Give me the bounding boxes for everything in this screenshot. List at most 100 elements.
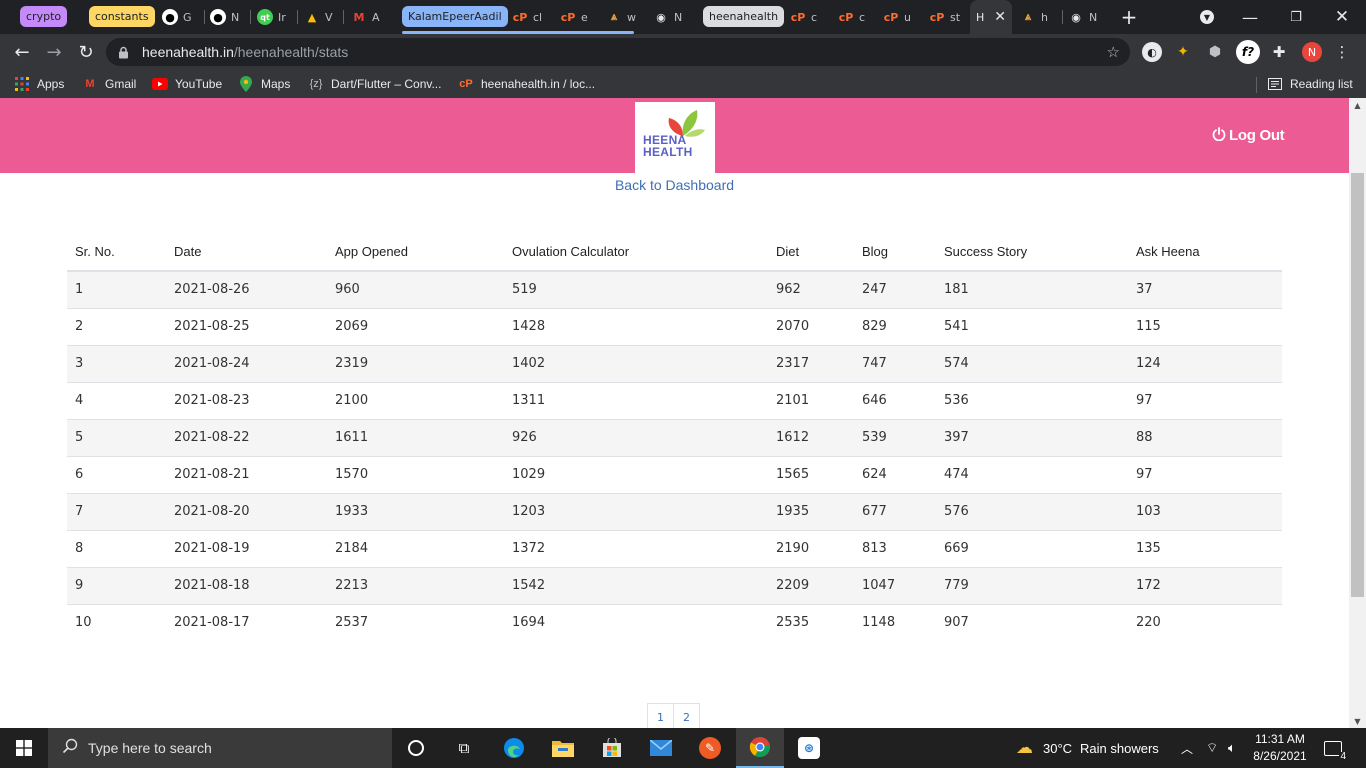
tab-separator	[297, 10, 298, 24]
tab-chrome[interactable]: ◉ N	[653, 0, 693, 34]
tab-gmail[interactable]: MA	[351, 0, 387, 34]
cpanel-icon: cP	[883, 10, 899, 24]
tab-cpanel-3[interactable]: cP c	[790, 0, 830, 34]
taskbar-search-box[interactable]: Type here to search	[48, 728, 392, 768]
tab-cpanel-6[interactable]: cP st	[929, 0, 969, 34]
bookmark-heenahealth[interactable]: cP heenahealth.in / loc...	[458, 70, 595, 98]
scroll-up-icon[interactable]: ▲	[1349, 98, 1366, 112]
folder-icon	[552, 741, 574, 757]
tab-github-2[interactable]: ● N	[210, 0, 250, 34]
heena-health-logo[interactable]: HEENA HEALTH	[635, 102, 715, 173]
back-to-dashboard-link[interactable]: Back to Dashboard	[615, 177, 734, 193]
cell-diet: 2209	[768, 566, 854, 604]
chrome-icon: ◉	[1071, 10, 1081, 24]
cell-success-story: 669	[936, 529, 1128, 567]
tab-chrome-2[interactable]: ◉ N	[1068, 0, 1108, 34]
notifications-button[interactable]: 4	[1324, 728, 1347, 768]
cell-date: 2021-08-17	[166, 603, 327, 641]
reload-button[interactable]: ↻	[72, 38, 100, 66]
forward-button[interactable]: →	[40, 38, 68, 66]
scroll-down-icon[interactable]: ▼	[1349, 714, 1366, 728]
address-bar[interactable]: heenahealth.in/heenahealth/stats ☆	[106, 38, 1130, 66]
tab-group-kalamepeeraadil[interactable]: KalamEpeerAadil	[402, 6, 508, 27]
cell-ask-heena: 88	[1128, 418, 1282, 456]
github-icon: ●	[210, 9, 226, 25]
restore-button[interactable]: ❐	[1282, 0, 1310, 34]
tab-group-constants[interactable]: constants	[89, 6, 155, 27]
postman-icon: ✎	[699, 737, 721, 759]
cell-diet: 1612	[768, 418, 854, 456]
cell-date: 2021-08-25	[166, 307, 327, 345]
tab-active-heenahealth[interactable]: H ✕	[970, 0, 1012, 34]
tab-cpanel-1[interactable]: cP cl	[512, 0, 552, 34]
cell-ask-heena: 124	[1128, 344, 1282, 382]
cortana-circle-icon	[408, 740, 424, 756]
store-button[interactable]	[588, 728, 636, 768]
weather-widget[interactable]: ☁ 30°C Rain showers	[1016, 728, 1159, 768]
page-2-button[interactable]: 2	[673, 703, 700, 728]
cell-sr-no: 8	[67, 529, 166, 567]
logout-button[interactable]: Log Out	[1212, 127, 1285, 144]
cell-diet: 2317	[768, 344, 854, 382]
cortana-button[interactable]	[392, 728, 440, 768]
taskbar-clock[interactable]: 11:31 AM 8/26/2021	[1248, 731, 1312, 765]
task-view-button[interactable]: ⧉	[440, 728, 488, 768]
page-scrollbar[interactable]: ▲ ▼	[1349, 98, 1366, 728]
reload-icon: ↻	[78, 41, 94, 63]
extension-colorpicker-icon[interactable]: ✦	[1173, 42, 1193, 62]
search-placeholder: Type here to search	[88, 740, 212, 756]
back-button[interactable]: ←	[8, 38, 36, 66]
postman-button[interactable]: ✎	[686, 728, 734, 768]
bookmark-maps[interactable]: Maps	[238, 70, 290, 98]
tab-group-heenahealth[interactable]: heenahealth	[703, 6, 785, 27]
edge-button[interactable]	[490, 728, 538, 768]
show-hidden-icons-button[interactable]: ︿	[1181, 728, 1193, 768]
tab-search-button[interactable]: ▼	[1196, 0, 1218, 34]
cell-app-opened: 960	[327, 270, 504, 308]
close-tab-icon[interactable]: ✕	[994, 9, 1006, 25]
vscode-button[interactable]: ⊛	[785, 728, 833, 768]
extension-shield-icon[interactable]: ⬢	[1205, 42, 1225, 62]
notification-center-icon: 4	[1324, 740, 1347, 762]
store-bag-icon	[603, 738, 621, 757]
tab-group-crypto[interactable]: crypto	[20, 6, 68, 27]
extension-fonts-icon[interactable]: f?	[1236, 40, 1260, 64]
cell-sr-no: 2	[67, 307, 166, 345]
reading-list-button[interactable]: Reading list	[1267, 70, 1353, 98]
bookmark-dart-flutter[interactable]: {z} Dart/Flutter – Conv...	[308, 70, 442, 98]
cpanel-icon: cP	[929, 10, 945, 24]
menu-kebab-icon[interactable]: ⋮	[1332, 42, 1352, 62]
extension-icon-1[interactable]: ◐	[1142, 42, 1162, 62]
volume-button[interactable]: 🔈︎	[1228, 728, 1236, 768]
close-window-button[interactable]: ✕	[1328, 0, 1356, 34]
new-tab-button[interactable]: +	[1116, 0, 1142, 34]
tab-qt[interactable]: qt Ir	[257, 0, 293, 34]
tab-drive[interactable]: ▲ V	[304, 0, 340, 34]
cpanel-icon: cP	[838, 10, 854, 24]
network-button[interactable]: ⌔	[1206, 728, 1218, 768]
file-explorer-button[interactable]	[539, 728, 587, 768]
page-1-button[interactable]: 1	[647, 703, 674, 728]
scrollbar-thumb[interactable]	[1351, 173, 1364, 597]
profile-avatar[interactable]: N	[1302, 42, 1322, 62]
bookmark-star-icon[interactable]: ☆	[1107, 43, 1120, 61]
bookmark-apps[interactable]: Apps	[14, 70, 64, 98]
cell-app-opened: 2184	[327, 529, 504, 567]
tab-cpanel-2[interactable]: cP e	[560, 0, 600, 34]
tab-cpanel-5[interactable]: cP u	[883, 0, 923, 34]
bookmark-gmail[interactable]: M Gmail	[82, 70, 136, 98]
bookmark-youtube[interactable]: YouTube	[152, 70, 222, 98]
tab-title: H	[976, 10, 985, 24]
minimize-button[interactable]: —	[1236, 0, 1264, 34]
tab-warframe[interactable]: ⩓ w	[606, 0, 646, 34]
tab-cpanel-4[interactable]: cP c	[838, 0, 878, 34]
restore-icon: ❐	[1290, 9, 1302, 25]
tab-group-label: constants	[95, 10, 149, 23]
cell-date: 2021-08-26	[166, 270, 327, 308]
start-button[interactable]	[0, 728, 48, 768]
mail-button[interactable]	[637, 728, 685, 768]
tab-github-1[interactable]: ● G	[162, 0, 202, 34]
chrome-taskbar-button[interactable]	[736, 728, 784, 768]
tab-warframe-2[interactable]: ⩓ h	[1020, 0, 1060, 34]
extensions-puzzle-icon[interactable]: ✚	[1269, 42, 1289, 62]
